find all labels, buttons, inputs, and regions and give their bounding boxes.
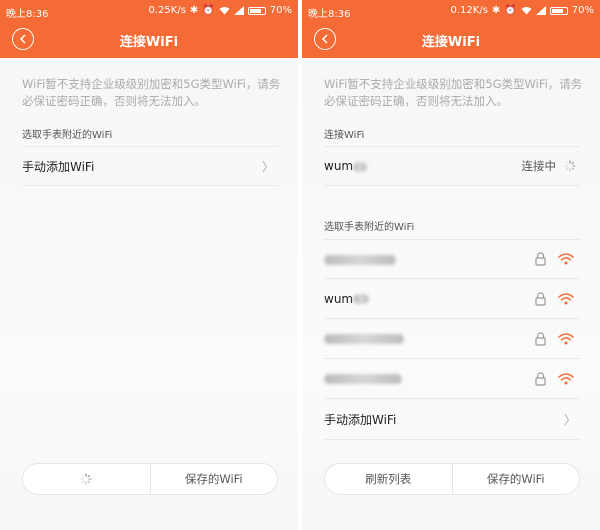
manual-add-label: 手动添加WiFi	[22, 159, 95, 174]
lock-icon	[535, 291, 546, 306]
page-title: 连接WiFi	[421, 35, 481, 50]
network-icons	[535, 331, 574, 346]
saved-wifi-button[interactable]: 保存的WiFi	[451, 464, 580, 494]
network-icons	[535, 252, 574, 266]
blurred-text	[324, 254, 396, 265]
right-screen: 晚上8:36 0.12K/s ✱ ⏰ 70% 连接WiFi WiFi暂不支持企业…	[302, 0, 600, 530]
alarm-icon: ⏰	[202, 5, 215, 16]
network-name: wum	[324, 292, 535, 306]
network-icons	[535, 291, 574, 306]
wifi-network-row[interactable]	[324, 239, 580, 279]
chevron-right-icon: 〉	[563, 413, 576, 427]
left-screen: 晚上8:36 0.25K/s ✱ ⏰ 70% 连接WiFi WiFi暂不支持企业…	[0, 0, 298, 530]
manual-add-wifi-row[interactable]: 手动添加WiFi 〉	[22, 146, 278, 186]
status-bar: 晚上8:36 0.12K/s ✱ ⏰ 70%	[302, 0, 600, 22]
bluetooth-icon: ✱	[189, 5, 199, 16]
blurred-text	[353, 294, 370, 304]
status-bar: 晚上8:36 0.25K/s ✱ ⏰ 70%	[0, 0, 298, 22]
connection-status: 连接中	[521, 159, 557, 173]
spinner-icon	[80, 473, 92, 485]
battery-icon	[549, 6, 568, 15]
lock-icon	[535, 371, 546, 386]
title-bar: 连接WiFi	[0, 22, 298, 58]
wifi-signal-icon	[558, 372, 574, 384]
network-icons	[535, 371, 574, 386]
chevron-right-icon: 〉	[261, 159, 274, 174]
blurred-text	[324, 374, 402, 384]
signal-icon	[535, 6, 546, 15]
bluetooth-icon: ✱	[491, 5, 501, 16]
lock-icon	[535, 252, 546, 266]
status-right: 0.12K/s ✱ ⏰ 70%	[451, 5, 594, 16]
manual-add-label: 手动添加WiFi	[324, 413, 397, 427]
status-time: 晚上8:36	[308, 9, 351, 20]
network-name	[324, 372, 535, 386]
net-speed: 0.25K/s	[148, 5, 186, 16]
network-name	[324, 332, 535, 346]
manual-add-wifi-row[interactable]: 手动添加WiFi 〉	[324, 400, 580, 440]
lock-icon	[535, 331, 546, 346]
refresh-button[interactable]	[23, 464, 150, 494]
bottom-bar: 刷新列表 保存的WiFi	[324, 463, 580, 495]
battery-level: 70%	[269, 5, 292, 16]
network-name	[324, 252, 535, 266]
wifi-signal-icon	[558, 332, 574, 344]
section-nearby-label: 选取手表附近的WiFi	[324, 222, 415, 233]
battery-icon	[247, 6, 266, 15]
title-bar: 连接WiFi	[302, 22, 600, 58]
blurred-text	[324, 334, 404, 344]
wifi-network-row[interactable]: wum	[324, 279, 580, 319]
wifi-network-row[interactable]	[324, 359, 580, 399]
saved-wifi-button[interactable]: 保存的WiFi	[149, 464, 278, 494]
notice-text: WiFi暂不支持企业级级别加密和5G类型WiFi，请务必保证密码正确，否则将无法…	[324, 77, 583, 108]
page-title: 连接WiFi	[119, 35, 179, 50]
spinner-icon	[564, 160, 576, 172]
wifi-signal-icon	[558, 253, 574, 265]
section-connected-label: 连接WiFi	[324, 130, 365, 141]
wifi-icon	[521, 7, 532, 15]
notice-text: WiFi暂不支持企业级级别加密和5G类型WiFi，请务必保证密码正确，否则将无法…	[22, 77, 281, 108]
wifi-network-row[interactable]	[324, 319, 580, 359]
battery-level: 70%	[571, 5, 594, 16]
wifi-icon	[219, 7, 230, 15]
alarm-icon: ⏰	[504, 5, 517, 16]
refresh-list-button[interactable]: 刷新列表	[325, 464, 452, 494]
net-speed: 0.12K/s	[450, 5, 488, 16]
connected-network-row[interactable]: wum 连接中	[324, 146, 580, 186]
status-time: 晚上8:36	[6, 9, 49, 20]
signal-icon	[233, 6, 244, 15]
status-right: 0.25K/s ✱ ⏰ 70%	[149, 5, 292, 16]
bottom-bar: 保存的WiFi	[22, 463, 278, 495]
section-nearby-label: 选取手表附近的WiFi	[22, 130, 113, 141]
blurred-text	[353, 161, 368, 172]
wifi-signal-icon	[558, 292, 574, 304]
network-name: wum	[324, 159, 522, 173]
